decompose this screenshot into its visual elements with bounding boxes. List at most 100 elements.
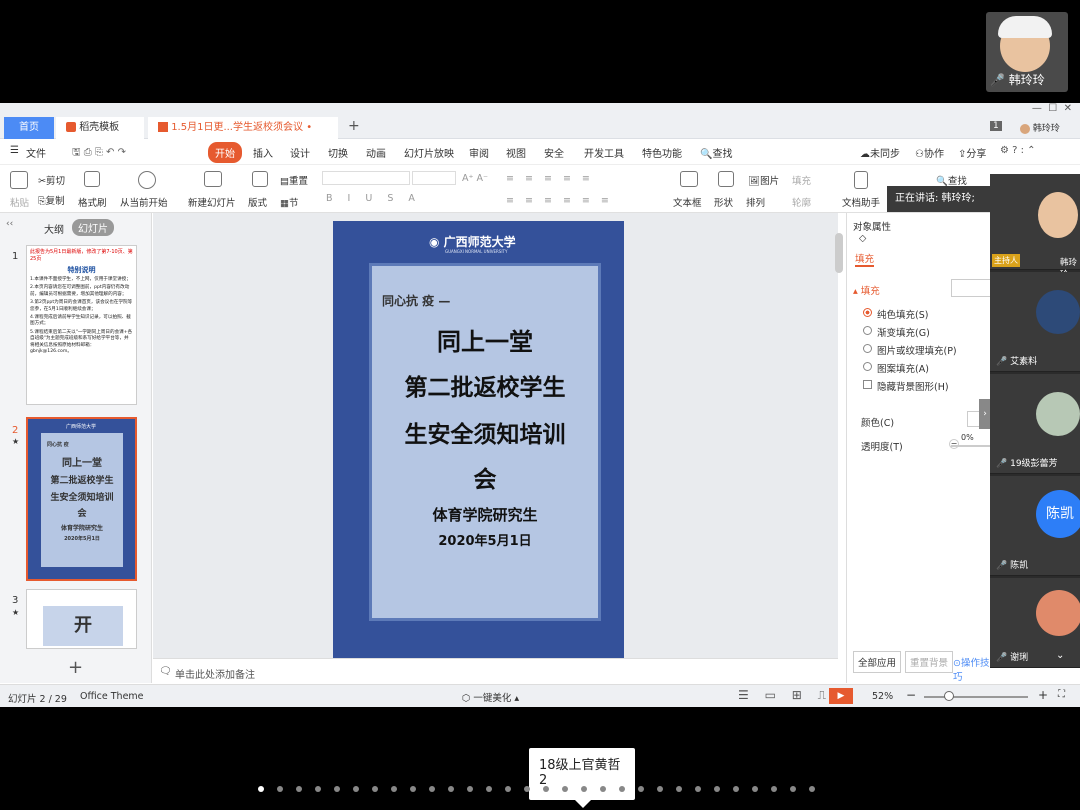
props-tab-fill[interactable]: 填充 bbox=[855, 251, 875, 267]
menu-animation[interactable]: 动画 bbox=[366, 145, 386, 160]
notes-area[interactable]: 🗨 单击此处添加备注 bbox=[153, 658, 838, 684]
page-dot[interactable] bbox=[467, 786, 473, 792]
page-dot[interactable] bbox=[334, 786, 340, 792]
vertical-scrollbar[interactable] bbox=[835, 233, 843, 273]
page-dot[interactable] bbox=[486, 786, 492, 792]
font-style-buttons[interactable]: B I U S A bbox=[326, 193, 421, 204]
fill-bucket-icon[interactable]: ◇ bbox=[859, 233, 866, 244]
page-dot[interactable] bbox=[809, 786, 815, 792]
fill-button[interactable]: 填充 bbox=[792, 173, 811, 187]
beautify-button[interactable]: ⬡ 一键美化 ▴ bbox=[462, 690, 519, 704]
find-button[interactable]: 🔍查找 bbox=[936, 173, 967, 187]
hide-bg-checkbox[interactable] bbox=[863, 380, 872, 389]
zoom-in-button[interactable]: + bbox=[1038, 688, 1048, 702]
page-dot[interactable] bbox=[619, 786, 625, 792]
align-icons[interactable]: ≡ ≡ ≡ ≡ ≡ ≡ bbox=[506, 195, 613, 206]
participant-tile[interactable]: 🎤 19级彭蕾芳 bbox=[990, 374, 1080, 474]
reset-button[interactable]: ▤重置 bbox=[280, 173, 308, 187]
tab-slides[interactable]: 幻灯片 bbox=[72, 219, 114, 236]
layout-button[interactable]: 版式 bbox=[248, 195, 267, 209]
page-dot[interactable] bbox=[790, 786, 796, 792]
view-mode-icons[interactable]: ☰ ▭ ⊞ ⎍ bbox=[738, 688, 832, 703]
shape-icon[interactable] bbox=[718, 171, 734, 187]
play-icon[interactable] bbox=[138, 171, 156, 189]
more-icons[interactable]: ⚙ ? : ⌃ bbox=[1000, 145, 1036, 156]
new-tab-button[interactable]: + bbox=[348, 118, 360, 134]
cut-button[interactable]: ✂剪切 bbox=[38, 173, 65, 187]
tab-outline[interactable]: 大纲 bbox=[44, 221, 64, 236]
doc-helper-icon[interactable] bbox=[854, 171, 868, 189]
fill-section-header[interactable]: ▴ 填充 bbox=[853, 283, 880, 297]
participant-tile[interactable]: 陈凯 🎤 陈凯 bbox=[990, 476, 1080, 576]
collab-button[interactable]: ⚇协作 bbox=[915, 145, 944, 160]
zoom-level[interactable]: 52% bbox=[872, 691, 893, 702]
menu-security[interactable]: 安全 bbox=[544, 145, 564, 160]
maximize-icon[interactable]: ☐ bbox=[1048, 103, 1057, 114]
font-size-select[interactable] bbox=[412, 171, 456, 185]
share-button[interactable]: ⇪分享 bbox=[958, 145, 986, 160]
layout-icon[interactable] bbox=[252, 171, 268, 187]
page-dot[interactable] bbox=[505, 786, 511, 792]
tab-document[interactable]: 1.5月1日更...学生返校须会议 • bbox=[148, 117, 338, 139]
radio-solid-fill[interactable] bbox=[863, 308, 872, 317]
page-dot[interactable] bbox=[524, 786, 530, 792]
page-dot[interactable] bbox=[543, 786, 549, 792]
page-dot[interactable] bbox=[638, 786, 644, 792]
zoom-slider[interactable] bbox=[924, 696, 1028, 698]
page-dot[interactable] bbox=[448, 786, 454, 792]
slide-thumbnail-1[interactable]: 此报告为5月1日最新版，修改了第7-10页、第25页 特别说明 1.本课件不面授… bbox=[26, 245, 137, 405]
shape-button[interactable]: 形状 bbox=[714, 195, 733, 209]
font-grow-shrink-icons[interactable]: A⁺ A⁻ bbox=[462, 173, 488, 184]
apply-all-button[interactable]: 全部应用 bbox=[853, 651, 902, 673]
menu-switch[interactable]: 切换 bbox=[328, 145, 348, 160]
play-slideshow-button[interactable]: ▶ bbox=[829, 688, 853, 704]
outline-button[interactable]: 轮廓 bbox=[792, 195, 811, 209]
page-dot[interactable] bbox=[714, 786, 720, 792]
doc-helper-button[interactable]: 文档助手 bbox=[842, 195, 880, 209]
collapse-panel-icon[interactable]: ‹‹ bbox=[6, 219, 13, 229]
radio-gradient-fill[interactable] bbox=[863, 326, 872, 335]
fill-dropdown[interactable] bbox=[951, 279, 995, 297]
page-dot[interactable] bbox=[315, 786, 321, 792]
radio-picture-fill[interactable] bbox=[863, 344, 872, 353]
page-dot[interactable] bbox=[600, 786, 606, 792]
page-dot[interactable] bbox=[657, 786, 663, 792]
paragraph-icons[interactable]: ≡ ≡ ≡ ≡ ≡ bbox=[506, 173, 594, 184]
section-button[interactable]: ▦节 bbox=[280, 195, 299, 209]
reset-bg-button[interactable]: 重置背景 bbox=[905, 651, 954, 673]
arrange-button[interactable]: 排列 bbox=[746, 195, 765, 209]
page-dot[interactable] bbox=[581, 786, 587, 792]
close-icon[interactable]: ✕ bbox=[1064, 103, 1072, 114]
page-dot[interactable] bbox=[277, 786, 283, 792]
page-dot[interactable] bbox=[733, 786, 739, 792]
menu-devtools[interactable]: 开发工具 bbox=[584, 145, 624, 160]
textbox-button[interactable]: 文本框 bbox=[673, 195, 702, 209]
participant-tile[interactable]: 主持人 韩玲玲 bbox=[990, 174, 1080, 280]
tab-templates[interactable]: 稻壳模板 bbox=[56, 117, 144, 139]
copy-button[interactable]: ⎘复制 bbox=[38, 193, 65, 207]
radio-pattern-fill[interactable] bbox=[863, 362, 872, 371]
page-dot[interactable] bbox=[752, 786, 758, 792]
menu-special[interactable]: 特色功能 bbox=[642, 145, 682, 160]
add-slide-icon[interactable]: + bbox=[68, 657, 83, 678]
menu-search[interactable]: 🔍查找 bbox=[700, 145, 732, 160]
font-family-select[interactable] bbox=[322, 171, 410, 185]
menu-slideshow[interactable]: 幻灯片放映 bbox=[404, 145, 454, 160]
page-dot[interactable] bbox=[771, 786, 777, 792]
sync-status[interactable]: ☁未同步 bbox=[860, 145, 900, 160]
hamburger-icon[interactable]: ☰ bbox=[10, 145, 19, 156]
page-dot[interactable] bbox=[410, 786, 416, 792]
slide-editor[interactable]: ◉ 广西师范大学 GUANGXI NORMAL UNIVERSITY 同心抗 疫… bbox=[333, 221, 624, 661]
page-dot[interactable] bbox=[562, 786, 568, 792]
fit-window-icon[interactable]: ⛶ bbox=[1058, 689, 1065, 700]
page-dot[interactable] bbox=[695, 786, 701, 792]
transparency-decrease-button[interactable]: − bbox=[949, 439, 959, 449]
slide-thumbnail-3[interactable]: 开 bbox=[26, 589, 137, 649]
quick-access-icons[interactable]: 🖫 ⎙ ⎘ ↶ ↷ bbox=[72, 145, 126, 162]
user-account[interactable]: 韩玲玲 bbox=[1020, 121, 1060, 134]
slide-thumbnail-2[interactable]: 广西师范大学 同心抗 疫 同上一堂 第二批返校学生 生安全须知培训 会 体育学院… bbox=[26, 417, 137, 581]
page-dot[interactable] bbox=[353, 786, 359, 792]
participant-tile[interactable]: 🎤 谢琍 ⌄ bbox=[990, 578, 1080, 668]
format-painter-icon[interactable] bbox=[84, 171, 100, 187]
menu-view[interactable]: 视图 bbox=[506, 145, 526, 160]
